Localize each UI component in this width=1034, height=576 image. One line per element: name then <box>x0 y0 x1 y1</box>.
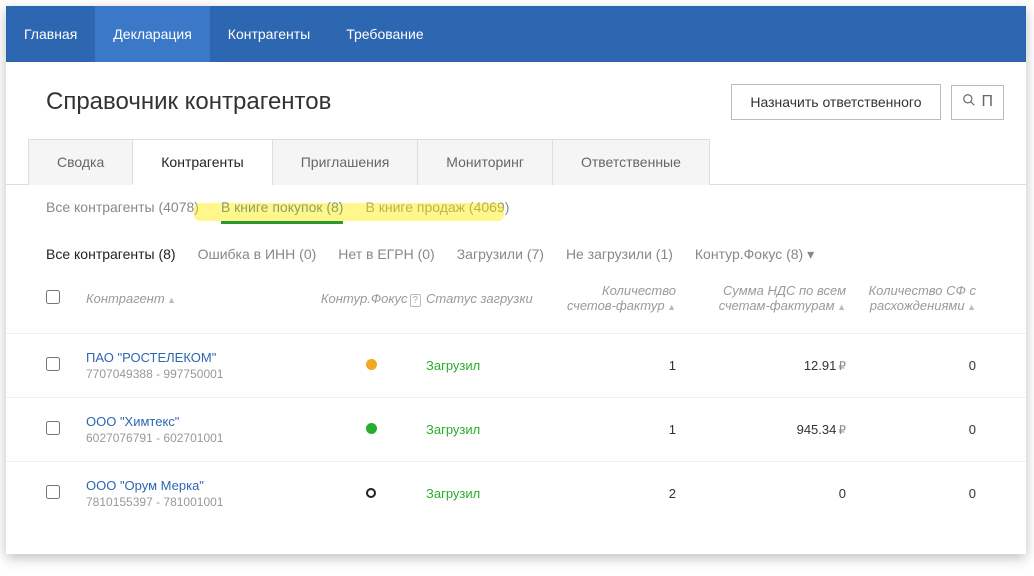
invoice-count: 1 <box>556 358 676 373</box>
vat-sum: 0 <box>676 486 846 501</box>
row-checkbox[interactable] <box>46 357 60 371</box>
vat-sum: 12.91₽ <box>676 358 846 373</box>
contractor-link[interactable]: ООО "Орум Мерка" <box>86 478 316 493</box>
col-invoice-count[interactable]: Количество счетов-фактур <box>556 283 676 313</box>
page-title: Справочник контрагентов <box>46 88 731 116</box>
tab-summary[interactable]: Сводка <box>28 139 133 185</box>
focus-status-icon <box>366 488 376 498</box>
nav-item-requirement[interactable]: Требование <box>328 6 441 62</box>
filter2-not-uploaded[interactable]: Не загрузили (1) <box>566 246 673 263</box>
tab-monitoring[interactable]: Мониторинг <box>417 139 553 185</box>
focus-status-icon <box>366 423 377 434</box>
filter2-inn-error[interactable]: Ошибка в ИНН (0) <box>198 246 317 263</box>
invoice-count: 1 <box>556 422 676 437</box>
col-discrepancy-count[interactable]: Количество СФ с расхождениями <box>846 283 976 313</box>
subfilter-all[interactable]: Все контрагенты (4078) <box>46 199 199 224</box>
contractor-link[interactable]: ООО "Химтекс" <box>86 414 316 429</box>
upload-status: Загрузил <box>426 358 480 373</box>
upload-status: Загрузил <box>426 422 480 437</box>
filter2-no-egrn[interactable]: Нет в ЕГРН (0) <box>338 246 434 263</box>
table-row: ООО "Химтекс" 6027076791 - 602701001 Заг… <box>6 397 1026 461</box>
filter2-kontur-focus[interactable]: Контур.Фокус (8) ▾ <box>695 246 814 263</box>
help-icon[interactable]: ? <box>410 294 422 307</box>
select-all-checkbox[interactable] <box>46 290 60 304</box>
tab-contractors[interactable]: Контрагенты <box>132 139 272 185</box>
nav-item-home[interactable]: Главная <box>6 6 95 62</box>
row-checkbox[interactable] <box>46 485 60 499</box>
tab-invitations[interactable]: Приглашения <box>272 139 419 185</box>
tab-responsible[interactable]: Ответственные <box>552 139 710 185</box>
contractors-table: Контрагент Контур.Фокус? Статус загрузки… <box>6 277 1026 525</box>
subfilter-purchases[interactable]: В книге покупок (8) <box>221 199 344 224</box>
discrepancy-count: 0 <box>846 422 976 437</box>
table-row: ПАО "РОСТЕЛЕКОМ" 7707049388 - 997750001 … <box>6 333 1026 397</box>
col-focus[interactable]: Контур.Фокус? <box>316 291 426 306</box>
top-nav: Главная Декларация Контрагенты Требовани… <box>6 6 1026 62</box>
row-checkbox[interactable] <box>46 421 60 435</box>
contractor-inn-kpp: 7707049388 - 997750001 <box>86 367 316 381</box>
filter2-uploaded[interactable]: Загрузили (7) <box>457 246 544 263</box>
table-header: Контрагент Контур.Фокус? Статус загрузки… <box>6 277 1026 333</box>
search-icon <box>962 93 976 112</box>
col-contractor[interactable]: Контрагент <box>86 291 316 306</box>
secondary-filter-row: Все контрагенты (8) Ошибка в ИНН (0) Нет… <box>6 234 1026 277</box>
nav-item-contractors[interactable]: Контрагенты <box>210 6 328 62</box>
focus-status-icon <box>366 359 377 370</box>
invoice-count: 2 <box>556 486 676 501</box>
discrepancy-count: 0 <box>846 358 976 373</box>
subfilter-sales[interactable]: В книге продаж (4069) <box>365 199 509 224</box>
col-status[interactable]: Статус загрузки <box>426 291 556 306</box>
col-vat-sum[interactable]: Сумма НДС по всем счетам-фактурам <box>676 283 846 313</box>
tabs: Сводка Контрагенты Приглашения Мониторин… <box>6 138 1026 185</box>
assign-responsible-button[interactable]: Назначить ответственного <box>731 84 940 120</box>
discrepancy-count: 0 <box>846 486 976 501</box>
table-row: ООО "Орум Мерка" 7810155397 - 781001001 … <box>6 461 1026 525</box>
nav-item-declaration[interactable]: Декларация <box>95 6 210 62</box>
contractor-inn-kpp: 6027076791 - 602701001 <box>86 431 316 445</box>
upload-status: Загрузил <box>426 486 480 501</box>
contractor-inn-kpp: 7810155397 - 781001001 <box>86 495 316 509</box>
contractor-link[interactable]: ПАО "РОСТЕЛЕКОМ" <box>86 350 316 365</box>
subfilter-row: Все контрагенты (4078) В книге покупок (… <box>6 185 1026 234</box>
search-placeholder-text: П <box>982 93 994 111</box>
search-input-wrap[interactable]: П <box>951 85 1005 120</box>
filter2-all[interactable]: Все контрагенты (8) <box>46 246 176 263</box>
vat-sum: 945.34₽ <box>676 422 846 437</box>
page-header: Справочник контрагентов Назначить ответс… <box>6 62 1026 138</box>
